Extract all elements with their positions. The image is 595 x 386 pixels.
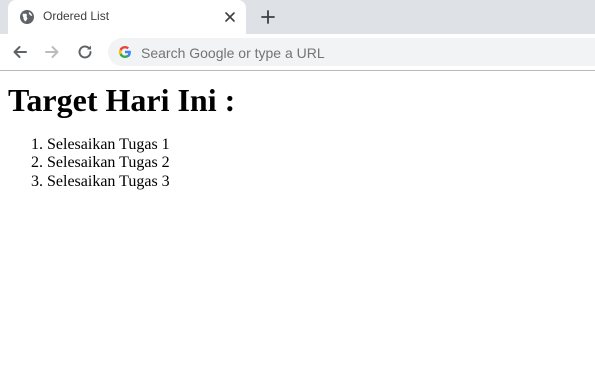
plus-icon[interactable]: [259, 8, 277, 26]
omnibox[interactable]: Search Google or type a URL: [108, 38, 595, 66]
page-heading: Target Hari Ini :: [8, 82, 236, 118]
page-content: Target Hari Ini : Selesaikan Tugas 1 Sel…: [0, 71, 595, 386]
close-icon[interactable]: [222, 9, 238, 25]
tab-title: Ordered List: [43, 9, 110, 23]
globe-icon: [20, 10, 34, 24]
browser-toolbar: Search Google or type a URL: [0, 34, 595, 71]
google-g-icon: [118, 45, 131, 59]
list-item: Selesaikan Tugas 1: [47, 136, 170, 154]
omnibox-placeholder: Search Google or type a URL: [141, 45, 325, 61]
target-list: Selesaikan Tugas 1 Selesaikan Tugas 2 Se…: [8, 136, 170, 191]
reload-icon[interactable]: [75, 42, 95, 62]
list-item: Selesaikan Tugas 3: [47, 173, 170, 191]
tab-ordered-list[interactable]: Ordered List: [8, 0, 246, 34]
arrow-left-icon[interactable]: [10, 42, 30, 62]
arrow-right-icon[interactable]: [42, 42, 62, 62]
list-item: Selesaikan Tugas 2: [47, 154, 170, 172]
tab-strip: Ordered List: [0, 0, 595, 34]
